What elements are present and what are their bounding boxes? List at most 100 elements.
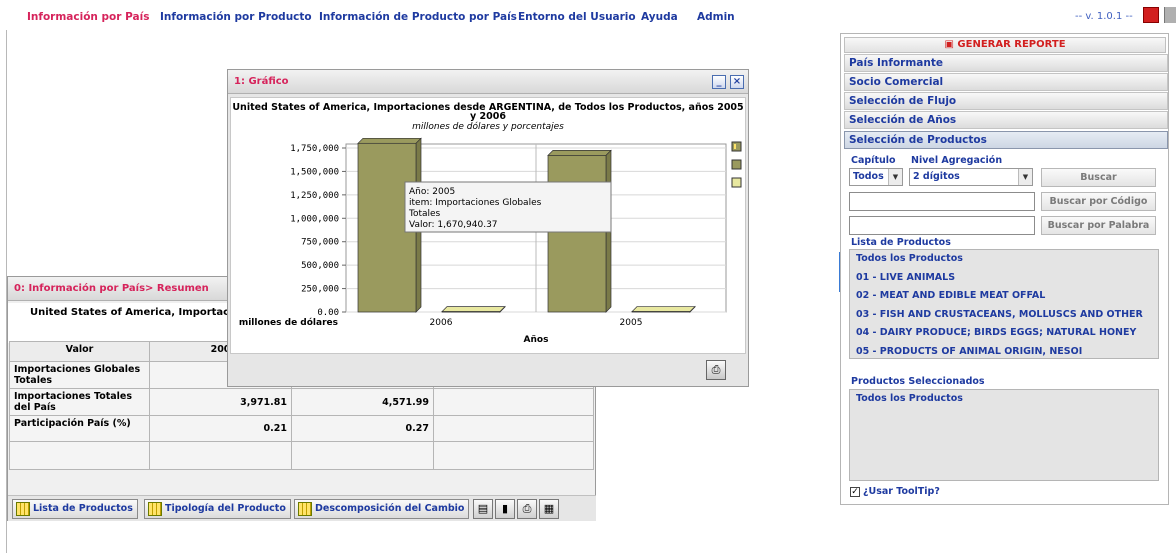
section-socio-comercial[interactable]: Socio Comercial [844, 73, 1168, 91]
codigo-input[interactable] [849, 192, 1035, 211]
buscar-codigo-button[interactable]: Buscar por Código [1041, 192, 1156, 211]
y-tick-label: 750,000 [301, 238, 339, 248]
tooltip-line: Totales [408, 209, 441, 219]
info-window-title: 0: Información por País> Resumen [14, 283, 209, 294]
palabra-input[interactable] [849, 216, 1035, 235]
bar [547, 155, 607, 313]
header-valor: Valor [9, 341, 150, 362]
tipologia-producto-button[interactable]: Tipología del Producto [144, 499, 291, 519]
y-tick-label: 1,000,000 [290, 214, 339, 224]
list-item[interactable]: Todos los Productos [850, 390, 1158, 409]
x-tick-label: 2005 [620, 318, 643, 328]
chart-area: United States of America, Importaciones … [230, 97, 746, 354]
row-value: 0.21 [149, 415, 292, 442]
table-row: Participación País (%) 0.21 0.27 [9, 415, 594, 442]
row-empty [433, 388, 594, 416]
tooltip-line: item: Importaciones Globales [409, 198, 542, 208]
version-label: -- v. 1.0.1 -- [1075, 11, 1133, 22]
nav-producto-por-pais[interactable]: Información de Producto por País [319, 11, 517, 23]
legend-swatch [731, 141, 742, 152]
list-item[interactable]: 05 - PRODUCTS OF ANIMAL ORIGIN, NESOI [850, 343, 1158, 359]
generar-reporte-button[interactable]: ▣ GENERAR REPORTE [844, 37, 1166, 53]
nivel-agregacion-label: Nivel Agregación [911, 155, 1003, 166]
chart-window: 1: Gráfico _ × United States of America,… [227, 69, 749, 387]
nivel-agregacion-select[interactable]: 2 dígitos ▼ [909, 168, 1033, 186]
row-label: Importaciones Totales del País [9, 388, 150, 416]
bar-top [631, 306, 696, 312]
table-row: Importaciones Totales del País 3,971.81 … [9, 388, 594, 416]
book-icon[interactable]: ▤ [473, 499, 493, 519]
section-seleccion-flujo[interactable]: Selección de Flujo [844, 92, 1168, 110]
productos-seleccionados-title: Productos Seleccionados [851, 376, 985, 387]
close-icon[interactable]: × [730, 75, 744, 89]
y-tick-label: 250,000 [301, 285, 339, 295]
legend-swatch-detail [734, 144, 736, 149]
bar [631, 311, 691, 313]
report-icon: ▣ [944, 39, 958, 50]
product-list: Todos los Productos 01 - LIVE ANIMALS 02… [849, 249, 1159, 359]
nav-informacion-por-producto[interactable]: Información por Producto [160, 11, 312, 23]
y-tick-label: 1,250,000 [290, 191, 339, 201]
tooltip-checkbox[interactable]: ✓ [850, 487, 860, 497]
nav-ayuda[interactable]: Ayuda [641, 11, 678, 23]
buscar-button[interactable]: Buscar [1041, 168, 1156, 187]
list-item[interactable]: 03 - FISH AND CRUSTACEANS, MOLLUSCS AND … [850, 306, 1158, 325]
section-seleccion-productos[interactable]: Selección de Productos [844, 131, 1168, 149]
capitulo-label: Capítulo [851, 155, 896, 166]
info-subtitle: United States of America, Importacio [30, 307, 240, 318]
print-icon[interactable]: ⎙ [517, 499, 537, 519]
row-value: 4,571.99 [291, 388, 434, 416]
capitulo-select[interactable]: Todos ▼ [849, 168, 903, 186]
row-label: Importaciones Globales Totales [9, 361, 150, 389]
y-tick-label: 1,500,000 [290, 167, 339, 177]
section-seleccion-anos[interactable]: Selección de Años [844, 111, 1168, 129]
grid-icon [16, 502, 30, 516]
list-item[interactable]: 02 - MEAT AND EDIBLE MEAT OFFAL [850, 287, 1158, 306]
y-axis-label: millones de dólares [239, 317, 338, 328]
tooltip-label: ¿Usar ToolTip? [863, 486, 940, 497]
row-label: Participación País (%) [9, 415, 150, 442]
chart-title: United States of America, Importaciones … [232, 102, 743, 122]
tooltip-line: Año: 2005 [409, 187, 455, 197]
y-tick-label: 500,000 [301, 261, 339, 271]
bar-top [441, 306, 506, 312]
chart-window-title: 1: Gráfico [234, 76, 289, 87]
nav-admin[interactable]: Admin [697, 11, 735, 23]
list-item[interactable]: Todos los Productos [850, 250, 1158, 269]
x-tick-label: 2006 [430, 318, 453, 328]
row-value: 0.27 [291, 415, 434, 442]
descomposicion-cambio-button[interactable]: Descomposición del Cambio [294, 499, 470, 519]
bar [441, 311, 501, 313]
excel-icon[interactable]: ▦ [539, 499, 559, 519]
chart-window-titlebar[interactable]: 1: Gráfico _ × [228, 70, 748, 94]
lista-productos-button[interactable]: Lista de Productos [12, 499, 138, 519]
nav-entorno-usuario[interactable]: Entorno del Usuario [518, 11, 636, 23]
print-icon[interactable]: ⎙ [706, 360, 726, 380]
row-value: 3,971.81 [149, 388, 292, 416]
legend-swatch [731, 177, 742, 188]
chart-subtitle: millones de dólares y porcentajes [412, 121, 564, 132]
buscar-palabra-button[interactable]: Buscar por Palabra [1041, 216, 1156, 235]
minimize-icon[interactable]: _ [712, 75, 726, 89]
selected-products-list: Todos los Productos [849, 389, 1159, 481]
grid-icon [148, 502, 162, 516]
y-tick-label: 0.00 [317, 308, 339, 318]
chart-footer: ⎙ [228, 356, 748, 386]
window-edge-icon [1164, 7, 1176, 23]
table-row [9, 441, 594, 470]
row-empty [433, 415, 594, 442]
x-axis-label: Años [524, 335, 549, 345]
legend-swatch [731, 159, 742, 170]
bar-chart: United States of America, Importaciones … [232, 102, 743, 345]
app-icon[interactable] [1143, 7, 1159, 23]
grid-icon [298, 502, 312, 516]
list-item[interactable]: 04 - DAIRY PRODUCE; BIRDS EGGS; NATURAL … [850, 324, 1158, 343]
chevron-down-icon: ▼ [1018, 169, 1032, 185]
info-toolbar: Lista de Productos Tipología del Product… [8, 495, 596, 521]
nav-informacion-por-pais[interactable]: Información por País [27, 11, 149, 23]
bar-chart-icon[interactable]: ▮ [495, 499, 515, 519]
chevron-down-icon: ▼ [888, 169, 902, 185]
list-item[interactable]: 01 - LIVE ANIMALS [850, 269, 1158, 288]
top-nav: Información por País Información por Pro… [0, 0, 1176, 30]
section-pais-informante[interactable]: País Informante [844, 54, 1168, 72]
